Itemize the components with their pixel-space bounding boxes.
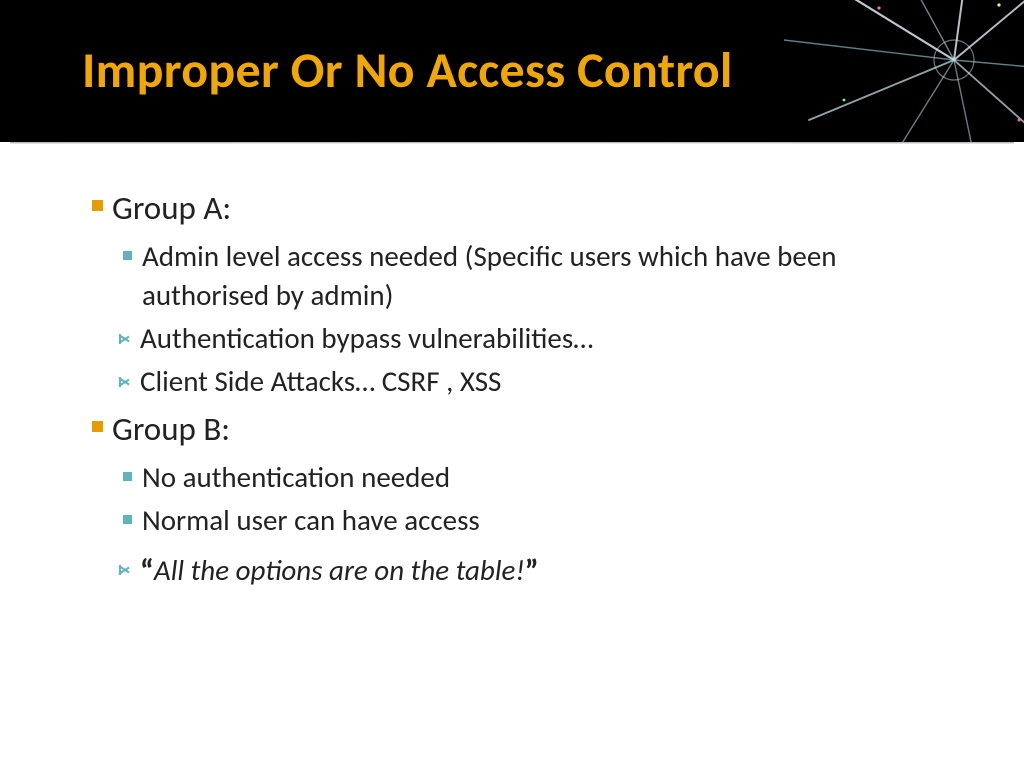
square-bullet-icon	[112, 501, 142, 524]
chevron-bullet-icon	[112, 319, 140, 345]
slide-title: Improper Or No Access Control	[82, 40, 733, 101]
chevron-bullet-icon	[112, 362, 140, 388]
group-a-heading: Group A:	[82, 186, 964, 231]
group-b-heading-text: Group B:	[112, 407, 964, 452]
group-b-item-text: Normal user can have access	[142, 501, 964, 540]
shattered-glass-graphic	[784, 0, 1024, 142]
square-bullet-icon	[112, 458, 142, 481]
group-b-item: “All the options are on the table!”	[112, 550, 964, 593]
group-b-item-text: “All the options are on the table!”	[140, 550, 964, 593]
chevron-bullet-icon	[112, 550, 140, 576]
group-b-item: No authentication needed	[112, 458, 964, 497]
group-a-item-text: Authentication bypass vulnerabilities…	[140, 319, 964, 358]
slide-body: Group A: Admin level access needed (Spec…	[0, 142, 1024, 593]
group-a-item-text: Client Side Attacks… CSRF , XSS	[140, 362, 964, 401]
square-bullet-icon	[112, 237, 142, 260]
group-a-item: Client Side Attacks… CSRF , XSS	[112, 362, 964, 401]
group-b-item-text: No authentication needed	[142, 458, 964, 497]
square-bullet-icon	[82, 407, 112, 432]
group-b-item: Normal user can have access	[112, 501, 964, 540]
header-divider	[10, 142, 1014, 145]
group-b-heading: Group B:	[82, 407, 964, 452]
square-bullet-icon	[82, 186, 112, 211]
group-a-item: Admin level access needed (Specific user…	[112, 237, 964, 315]
title-bar: Improper Or No Access Control	[0, 0, 1024, 142]
group-a-item-text: Admin level access needed (Specific user…	[142, 237, 964, 315]
group-a-item: Authentication bypass vulnerabilities…	[112, 319, 964, 358]
group-a-heading-text: Group A:	[112, 186, 964, 231]
